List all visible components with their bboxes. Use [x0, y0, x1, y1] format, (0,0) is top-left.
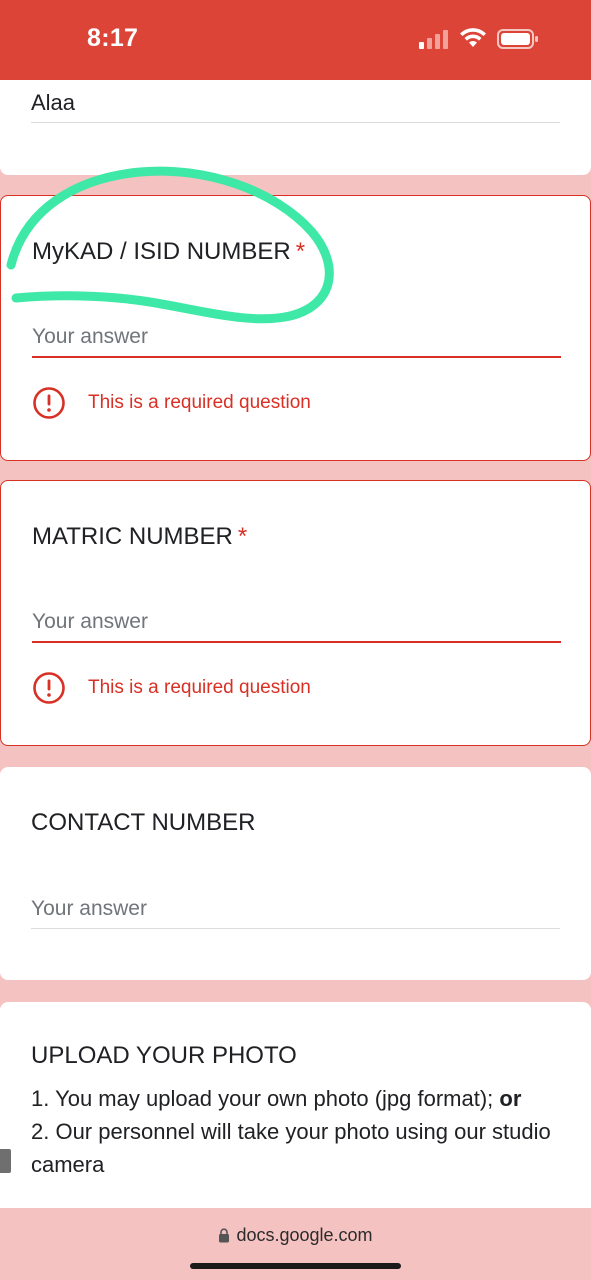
mykad-question-label: MyKAD / ISID NUMBER	[32, 238, 291, 265]
matric-question-title: MATRIC NUMBER *	[32, 523, 247, 551]
upload-option-1: 1. You may upload your own photo (jpg fo…	[31, 1082, 571, 1115]
required-asterisk: *	[295, 238, 306, 265]
required-asterisk: *	[237, 523, 248, 550]
url-display[interactable]: docs.google.com	[0, 1225, 591, 1246]
name-answer-underline	[31, 122, 560, 123]
upload-photo-description: 1. You may upload your own photo (jpg fo…	[31, 1082, 571, 1181]
upload-option-or: or	[499, 1086, 522, 1111]
mykad-error-message: This is a required question	[32, 386, 311, 420]
name-question-card: Alaa	[0, 80, 591, 175]
cellular-signal-icon	[419, 30, 448, 49]
name-answer-value[interactable]: Alaa	[31, 90, 75, 116]
lock-icon	[219, 1228, 230, 1243]
error-icon	[33, 387, 65, 419]
browser-url-bar[interactable]: docs.google.com	[0, 1208, 591, 1280]
error-text: This is a required question	[88, 677, 311, 698]
mykad-question-title: MyKAD / ISID NUMBER *	[32, 238, 305, 266]
page: 8:17 Alaa MyKAD / ISID NUMBER * Your ans…	[0, 0, 591, 1280]
matric-error-message: This is a required question	[32, 671, 311, 705]
contact-answer-input[interactable]	[31, 889, 560, 929]
upload-option-2: 2. Our personnel will take your photo us…	[31, 1119, 551, 1177]
matric-answer-input[interactable]	[32, 603, 561, 643]
scroll-handle[interactable]	[0, 1149, 11, 1173]
upload-option-1-text: 1. You may upload your own photo (jpg fo…	[31, 1086, 500, 1111]
mykad-answer-input[interactable]	[32, 318, 561, 358]
upload-photo-card: UPLOAD YOUR PHOTO 1. You may upload your…	[0, 1002, 591, 1208]
error-icon	[33, 672, 65, 704]
matric-question-card: MATRIC NUMBER* This is a required questi…	[0, 480, 591, 746]
home-indicator[interactable]	[190, 1263, 401, 1269]
status-bar: 8:17	[0, 0, 591, 80]
wifi-icon	[460, 28, 486, 47]
contact-question-title: CONTACT NUMBER	[31, 809, 256, 836]
battery-icon	[497, 29, 538, 49]
url-text: docs.google.com	[236, 1225, 373, 1245]
error-text: This is a required question	[88, 392, 311, 413]
contact-question-card: CONTACT NUMBER	[0, 767, 591, 980]
mykad-question-card: MyKAD / ISID NUMBER* This is a required …	[0, 195, 591, 461]
matric-question-label: MATRIC NUMBER	[32, 523, 233, 550]
status-time: 8:17	[87, 24, 139, 52]
upload-photo-title: UPLOAD YOUR PHOTO	[31, 1042, 297, 1069]
